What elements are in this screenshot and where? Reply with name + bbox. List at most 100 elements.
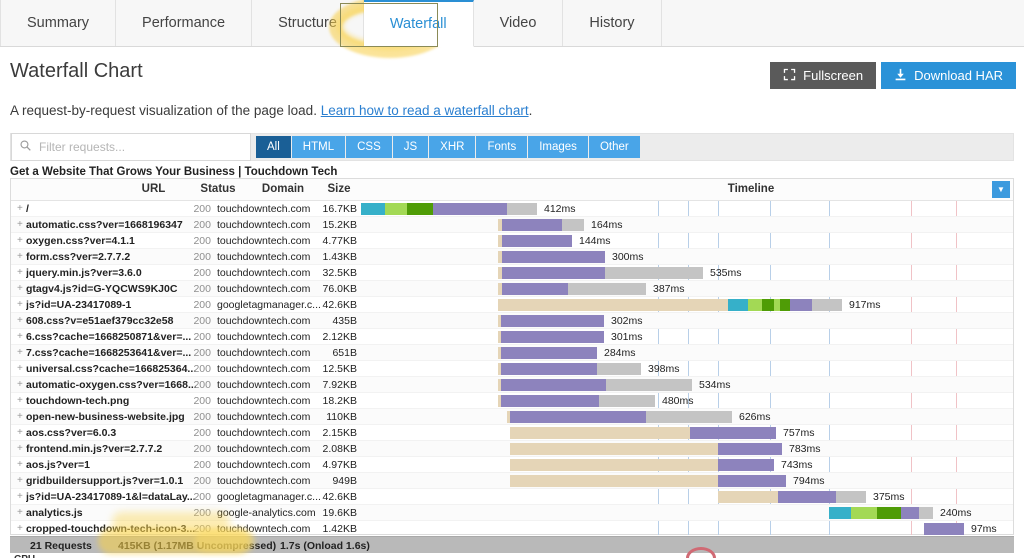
waterfall-bar[interactable] <box>498 379 692 391</box>
waterfall-bar[interactable] <box>510 443 782 455</box>
waterfall-bar[interactable] <box>498 267 703 279</box>
waterfall-bar[interactable] <box>510 427 776 439</box>
waterfall-bar[interactable] <box>498 363 641 375</box>
plus-icon[interactable]: + <box>17 203 23 214</box>
plus-icon[interactable]: + <box>17 315 23 326</box>
column-header-timeline[interactable]: Timeline <box>501 183 1001 195</box>
tab-performance[interactable]: Performance <box>116 0 252 46</box>
table-row[interactable]: +7.css?cache=1668253641&ver=...200touchd… <box>11 345 1013 361</box>
table-row[interactable]: +608.css?v=e51aef379cc32e58200touchdownt… <box>11 313 1013 329</box>
table-row[interactable]: +touchdown-tech.png200touchdowntech.com1… <box>11 393 1013 409</box>
table-row[interactable]: +js?id=UA-23417089-1200googletagmanager.… <box>11 297 1013 313</box>
tab-video[interactable]: Video <box>474 0 564 46</box>
table-row[interactable]: +open-new-business-website.jpg200touchdo… <box>11 409 1013 425</box>
fullscreen-button[interactable]: Fullscreen <box>770 62 876 89</box>
table-row[interactable]: +gtagv4.js?id=G-YQCWS9KJ0C200touchdownte… <box>11 281 1013 297</box>
table-row[interactable]: +automatic.css?ver=1668196347200touchdow… <box>11 217 1013 233</box>
search-input[interactable] <box>37 139 242 155</box>
table-row[interactable]: +gridbuildersupport.js?ver=1.0.1200touch… <box>11 473 1013 489</box>
bar-duration-label: 97ms <box>971 523 997 535</box>
plus-icon[interactable]: + <box>17 523 23 534</box>
tab-label: Performance <box>142 15 225 31</box>
table-row[interactable]: +jquery.min.js?ver=3.6.0200touchdowntech… <box>11 265 1013 281</box>
table-row[interactable]: +aos.css?ver=6.0.3200touchdowntech.com2.… <box>11 425 1013 441</box>
waterfall-bar[interactable] <box>498 331 604 343</box>
plus-icon[interactable]: + <box>17 219 23 230</box>
plus-icon[interactable]: + <box>17 347 23 358</box>
bar-duration-label: 480ms <box>662 395 694 407</box>
waterfall-bar[interactable] <box>510 475 786 487</box>
plus-icon[interactable]: + <box>17 235 23 246</box>
table-row[interactable]: +aos.js?ver=1200touchdowntech.com4.97KB7… <box>11 457 1013 473</box>
plus-icon[interactable]: + <box>17 427 23 438</box>
bar-duration-label: 535ms <box>710 267 742 279</box>
bar-duration-label: 783ms <box>789 443 821 455</box>
bar-segment-wait <box>501 379 606 391</box>
header-actions: Fullscreen Download HAR <box>770 62 1016 89</box>
waterfall-bar[interactable] <box>498 315 604 327</box>
column-header-size[interactable]: Size <box>301 183 377 195</box>
waterfall-bar[interactable] <box>718 491 866 503</box>
bar-segment-receive <box>836 491 848 503</box>
waterfall-bar[interactable] <box>498 299 842 311</box>
chevron-down-icon[interactable]: ▼ <box>992 181 1010 198</box>
table-row[interactable]: +cropped-touchdown-tech-icon-3...200touc… <box>11 521 1013 535</box>
plus-icon[interactable]: + <box>17 299 23 310</box>
waterfall-bar[interactable] <box>361 203 537 215</box>
tab-structure[interactable]: Structure <box>252 0 364 46</box>
plus-icon[interactable]: + <box>17 363 23 374</box>
tab-label: Waterfall <box>390 16 447 32</box>
table-row[interactable]: +oxygen.css?ver=4.1.1200touchdowntech.co… <box>11 233 1013 249</box>
plus-icon[interactable]: + <box>17 459 23 470</box>
waterfall-table: URL Status Domain Size Timeline ▼ +/200t… <box>10 178 1014 535</box>
table-row[interactable]: +automatic-oxygen.css?ver=1668...200touc… <box>11 377 1013 393</box>
bar-segment-wait <box>502 219 562 231</box>
plus-icon[interactable]: + <box>17 491 23 502</box>
bar-segment-wait <box>764 459 774 471</box>
plus-icon[interactable]: + <box>17 331 23 342</box>
table-row[interactable]: +universal.css?cache=166825364...200touc… <box>11 361 1013 377</box>
filter-button-fonts[interactable]: Fonts <box>476 136 528 158</box>
filter-button-images[interactable]: Images <box>528 136 589 158</box>
table-row[interactable]: +analytics.js200google-analytics.com19.6… <box>11 505 1013 521</box>
plus-icon[interactable]: + <box>17 411 23 422</box>
filter-button-all[interactable]: All <box>256 136 292 158</box>
plus-icon[interactable]: + <box>17 251 23 262</box>
waterfall-bar[interactable] <box>498 251 605 263</box>
filter-button-html[interactable]: HTML <box>292 136 346 158</box>
waterfall-bar[interactable] <box>498 347 597 359</box>
waterfall-bar[interactable] <box>829 507 933 519</box>
tab-label: Video <box>500 15 537 31</box>
waterfall-bar[interactable] <box>924 523 964 535</box>
bar-duration-label: 534ms <box>699 379 731 391</box>
plus-icon[interactable]: + <box>17 283 23 294</box>
table-row[interactable]: +form.css?ver=2.7.7.2200touchdowntech.co… <box>11 249 1013 265</box>
tab-history[interactable]: History <box>563 0 661 46</box>
waterfall-help-link[interactable]: Learn how to read a waterfall chart <box>321 103 529 118</box>
waterfall-bar[interactable] <box>510 459 774 471</box>
filter-button-css[interactable]: CSS <box>346 136 393 158</box>
table-row[interactable]: +/200touchdowntech.com16.7KB412ms <box>11 201 1013 217</box>
table-row[interactable]: +6.css?cache=1668250871&ver=...200touchd… <box>11 329 1013 345</box>
waterfall-bar[interactable] <box>498 235 572 247</box>
download-har-button[interactable]: Download HAR <box>881 62 1016 89</box>
plus-icon[interactable]: + <box>17 507 23 518</box>
table-row[interactable]: +js?id=UA-23417089-1&l=dataLay...200goog… <box>11 489 1013 505</box>
table-row[interactable]: +frontend.min.js?ver=2.7.7.2200touchdown… <box>11 441 1013 457</box>
bar-segment-wait <box>924 523 964 535</box>
tab-waterfall[interactable]: Waterfall <box>364 0 474 47</box>
search-box[interactable] <box>11 133 251 161</box>
filter-button-other[interactable]: Other <box>589 136 641 158</box>
plus-icon[interactable]: + <box>17 475 23 486</box>
plus-icon[interactable]: + <box>17 267 23 278</box>
plus-icon[interactable]: + <box>17 443 23 454</box>
filter-button-js[interactable]: JS <box>393 136 429 158</box>
waterfall-bar[interactable] <box>498 395 655 407</box>
plus-icon[interactable]: + <box>17 395 23 406</box>
tab-summary[interactable]: Summary <box>0 0 116 46</box>
filter-button-xhr[interactable]: XHR <box>429 136 476 158</box>
waterfall-bar[interactable] <box>498 283 646 295</box>
plus-icon[interactable]: + <box>17 379 23 390</box>
waterfall-bar[interactable] <box>507 411 732 423</box>
waterfall-bar[interactable] <box>498 219 584 231</box>
